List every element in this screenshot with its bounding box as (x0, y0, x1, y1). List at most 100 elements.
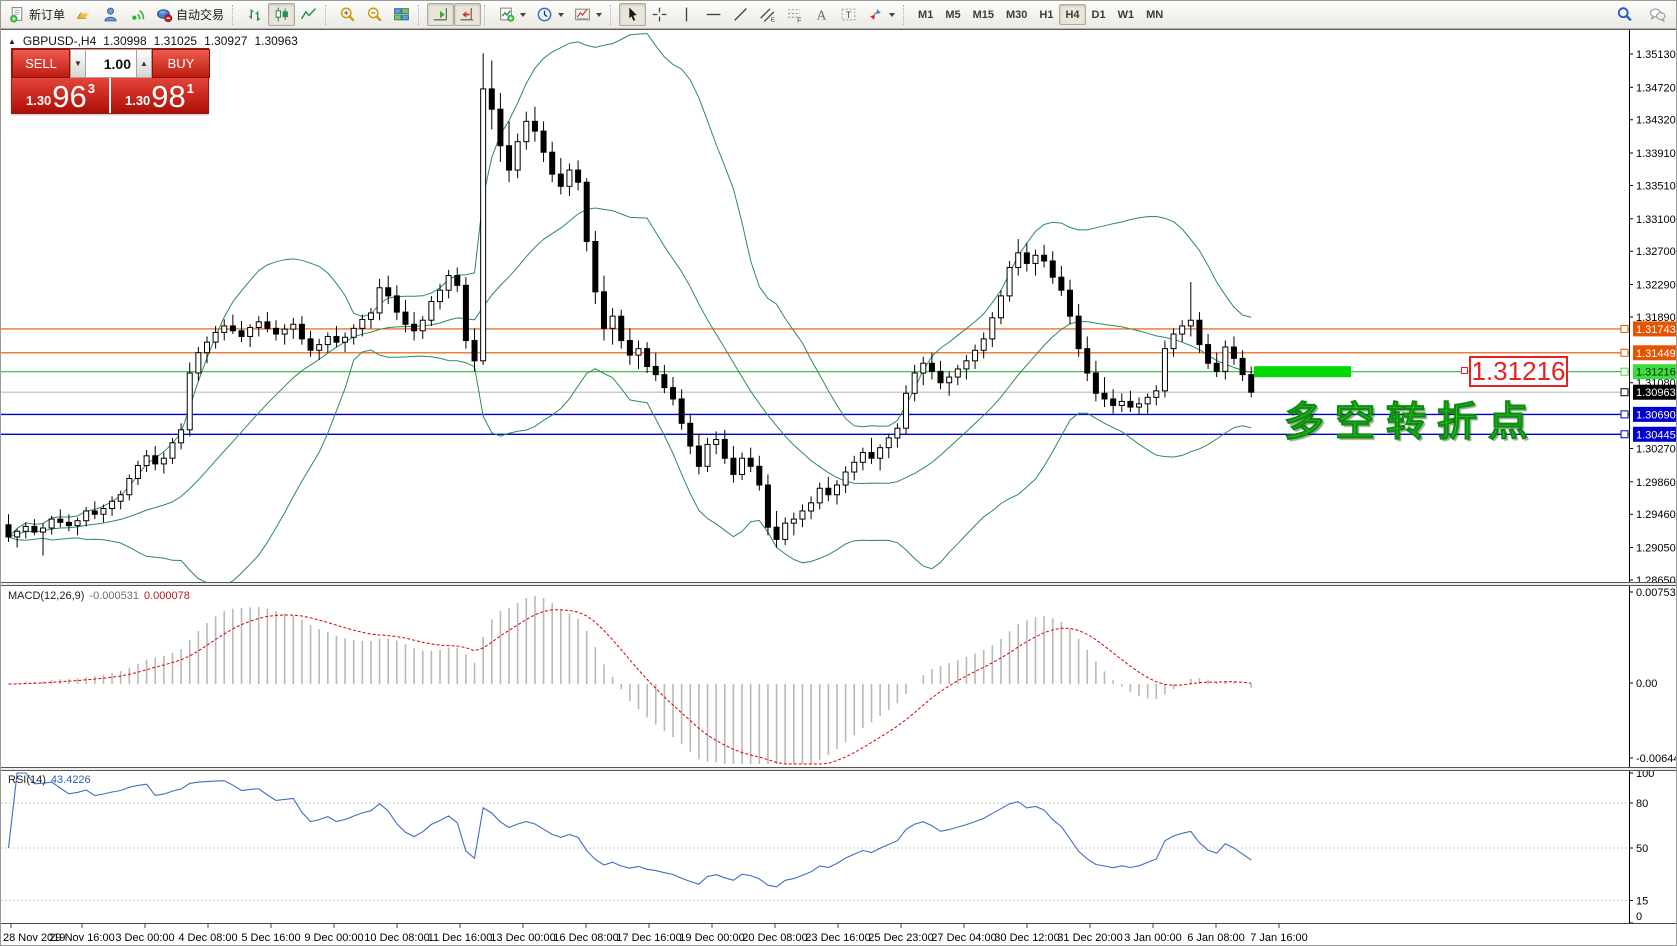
chevron-down-icon[interactable] (889, 13, 895, 17)
candle-body (722, 440, 727, 459)
zoom-in-button[interactable] (334, 3, 361, 26)
candle-body (248, 328, 253, 337)
buy-price-pips: 98 (151, 80, 185, 113)
timeframe-d1-button[interactable]: D1 (1086, 4, 1112, 25)
macd-axis-label: -0.006446 (1636, 753, 1677, 765)
candle-body (1042, 255, 1047, 261)
price-annotation-box[interactable]: 1.31216 (1469, 356, 1568, 387)
auto-scroll-button[interactable] (427, 3, 454, 26)
sell-button[interactable]: SELL (12, 49, 70, 78)
cursor-button[interactable] (619, 3, 646, 26)
autotrading-button[interactable]: 自动交易 (151, 3, 229, 26)
indicators-button[interactable] (493, 3, 531, 26)
candle-body (515, 142, 520, 170)
volume-down-button[interactable]: ▼ (70, 49, 86, 78)
candle-body (791, 519, 796, 523)
candle-body (627, 341, 632, 356)
price-badge-label: 1.31743 (1636, 324, 1676, 336)
crosshair-button[interactable] (646, 3, 673, 26)
level-anchor[interactable] (1621, 389, 1628, 396)
signals-button[interactable] (124, 3, 151, 26)
main-chart[interactable]: 1.351301.347201.343201.339101.335101.331… (1, 30, 1677, 582)
time-axis[interactable]: 28 Nov 201929 Nov 16:003 Dec 00:004 Dec … (1, 923, 1677, 946)
macd-signal-value: 0.000078 (144, 590, 190, 602)
bars-icon (246, 6, 263, 23)
search-button[interactable] (1611, 3, 1638, 26)
candle-body (1145, 397, 1150, 403)
timeframe-m15-button[interactable]: M15 (967, 4, 1000, 25)
gold-button[interactable] (70, 3, 97, 26)
timeframe-w1-button[interactable]: W1 (1112, 4, 1141, 25)
fibonacci-button[interactable]: F (781, 3, 808, 26)
templates-button[interactable] (569, 3, 607, 26)
horizontal-line-button[interactable] (700, 3, 727, 26)
price-badge-label: 1.30445 (1636, 429, 1676, 441)
level-anchor[interactable] (1621, 349, 1628, 356)
time-label: 6 Jan 08:00 (1187, 932, 1245, 944)
candle-body (1249, 375, 1254, 393)
text-label-button[interactable]: T (835, 3, 862, 26)
buy-price[interactable]: 1.30 98 1 (111, 78, 208, 113)
sell-price[interactable]: 1.30 96 3 (12, 78, 109, 113)
community-button[interactable] (97, 3, 124, 26)
timeframe-m5-button[interactable]: M5 (939, 4, 966, 25)
candle-body (334, 336, 339, 342)
timeframe-m1-button[interactable]: M1 (912, 4, 939, 25)
timeframe-h1-button[interactable]: H1 (1033, 4, 1059, 25)
rsi-panel[interactable]: 1008050150 (1, 771, 1677, 923)
candle-body (964, 361, 969, 369)
candle-body (481, 89, 486, 361)
equidistant-channel-button[interactable]: E (754, 3, 781, 26)
candle-body (653, 367, 658, 375)
candle-body (1016, 253, 1021, 268)
level-anchor[interactable] (1621, 368, 1628, 375)
candle-body (955, 369, 960, 377)
chat-button[interactable] (1644, 3, 1671, 26)
candle-body (58, 519, 63, 522)
timeframe-mn-button[interactable]: MN (1140, 4, 1169, 25)
tile-windows-button[interactable] (388, 3, 415, 26)
chart-window: 1.351301.347201.343201.339101.335101.331… (1, 29, 1677, 946)
buy-button[interactable]: BUY (152, 49, 210, 78)
candle-body (153, 456, 158, 464)
price-tick-label: 1.28650 (1636, 575, 1676, 582)
candle-body (619, 316, 624, 340)
chart-shift-button[interactable] (454, 3, 481, 26)
vertical-line-button[interactable] (673, 3, 700, 26)
chevron-down-icon[interactable] (520, 13, 526, 17)
chat-icon (1649, 6, 1666, 23)
candle-body (714, 440, 719, 445)
level-anchor[interactable] (1621, 431, 1628, 438)
chevron-down-icon[interactable] (596, 13, 602, 17)
macd-label: MACD(12,26,9) -0.000531 0.000078 (8, 590, 190, 602)
arrows-button[interactable] (862, 3, 900, 26)
highlight-rectangle[interactable] (1254, 366, 1351, 377)
time-label: 29 Nov 16:00 (49, 932, 114, 944)
turning-point-annotation[interactable]: 多空转折点 (1284, 401, 1539, 443)
chevron-down-icon[interactable] (558, 13, 564, 17)
collapse-icon[interactable]: ▲ (8, 37, 16, 46)
timeframe-m30-button[interactable]: M30 (1000, 4, 1033, 25)
new-order-button[interactable]: 新订单 (4, 3, 70, 26)
line-chart-button[interactable] (295, 3, 322, 26)
text-button[interactable]: A (808, 3, 835, 26)
candlestick-chart-button[interactable] (268, 3, 295, 26)
price-badge-label: 1.30690 (1636, 409, 1676, 421)
bar-chart-button[interactable] (241, 3, 268, 26)
trendline-button[interactable] (727, 3, 754, 26)
periods-button[interactable] (531, 3, 569, 26)
timeframe-h4-button[interactable]: H4 (1059, 4, 1085, 25)
candle-body (921, 363, 926, 373)
time-label: 3 Jan 00:00 (1124, 932, 1182, 944)
fibo-icon: F (786, 6, 803, 23)
candle-body (1033, 255, 1038, 263)
zoom-in-icon (339, 6, 356, 23)
volume-input[interactable]: 1.00 (86, 49, 136, 78)
level-anchor[interactable] (1621, 325, 1628, 332)
macd-panel[interactable]: 0.0075380.00-0.006446 (1, 586, 1677, 767)
candle-body (550, 152, 555, 174)
volume-up-button[interactable]: ▲ (136, 49, 152, 78)
zoom-out-button[interactable] (361, 3, 388, 26)
candles (6, 53, 1254, 555)
level-anchor[interactable] (1621, 411, 1628, 418)
